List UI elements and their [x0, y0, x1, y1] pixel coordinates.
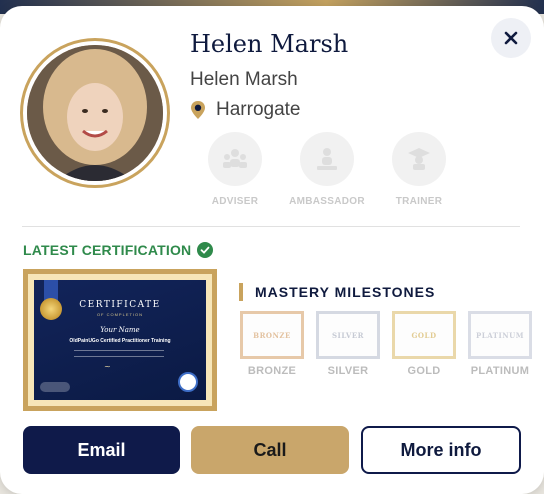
- milestone-gold: GOLD GOLD: [392, 311, 456, 377]
- verified-check-icon: [197, 242, 214, 258]
- milestone-label-silver: SILVER: [327, 365, 369, 377]
- certificate-logo: [40, 382, 70, 392]
- role-label-trainer: TRAINER: [395, 196, 443, 207]
- milestone-bronze: BRONZE BRONZE: [240, 311, 304, 377]
- milestone-list: BRONZE BRONZE SILVER SILVER GOLD GOLD PL…: [240, 311, 544, 377]
- bronze-certificate-icon: BRONZE: [240, 311, 304, 359]
- certificate-subtitle: OF COMPLETION: [96, 312, 144, 317]
- milestone-label-bronze: BRONZE: [247, 365, 297, 377]
- mastery-milestones-label: MASTERY MILESTONES: [255, 284, 436, 300]
- role-ambassador: AMBASSADOR: [282, 132, 372, 207]
- profile-name-subtitle: Helen Marsh: [190, 69, 298, 90]
- adviser-icon: [223, 149, 247, 168]
- avatar: [27, 45, 163, 181]
- avatar-frame: [20, 38, 170, 188]
- milestone-silver: SILVER SILVER: [316, 311, 380, 377]
- certificate-thumbnail[interactable]: CERTIFICATE OF COMPLETION Your Name OldP…: [23, 269, 217, 411]
- map-pin-icon: [191, 101, 205, 119]
- milestone-label-platinum: PLATINUM: [470, 365, 530, 377]
- avatar-photo: [27, 45, 163, 181]
- gold-certificate-icon: GOLD: [392, 311, 456, 359]
- latest-certification-label: LATEST CERTIFICATION: [23, 242, 192, 258]
- certificate-course: OldPainUGo Certified Practitioner Traini…: [69, 338, 171, 344]
- profile-name-heading: Helen Marsh: [190, 30, 349, 58]
- certificate-recipient: Your Name: [100, 326, 140, 334]
- certificate-signature: ~: [104, 362, 111, 371]
- section-divider: [22, 226, 520, 227]
- location-row: Harrogate: [190, 98, 301, 122]
- close-button[interactable]: [491, 18, 531, 58]
- role-label-adviser: ADVISER: [211, 196, 259, 207]
- heading-accent-bar: [239, 283, 243, 301]
- silver-certificate-icon: SILVER: [316, 311, 380, 359]
- certificate-title: CERTIFICATE: [79, 300, 161, 310]
- trainer-icon: [408, 148, 430, 170]
- profile-card: Helen Marsh Helen Marsh Harrogate ADVISE…: [0, 6, 544, 494]
- role-label-ambassador: AMBASSADOR: [289, 196, 365, 207]
- certificate-rule: [74, 350, 164, 351]
- call-button[interactable]: Call: [191, 426, 349, 474]
- role-badges: ADVISER AMBASSADOR TRAINER: [190, 132, 466, 207]
- more-info-button[interactable]: More info: [361, 426, 521, 474]
- accreditation-badge-icon: [178, 372, 198, 392]
- milestone-label-gold: GOLD: [407, 365, 441, 377]
- latest-certification-heading: LATEST CERTIFICATION: [23, 242, 214, 258]
- role-trainer: TRAINER: [374, 132, 464, 207]
- ambassador-icon: [317, 148, 337, 170]
- location-text: Harrogate: [216, 99, 301, 120]
- role-adviser: ADVISER: [190, 132, 280, 207]
- platinum-certificate-icon: PLATINUM: [468, 311, 532, 359]
- milestone-platinum: PLATINUM PLATINUM: [468, 311, 532, 377]
- certificate-rule: [74, 356, 164, 357]
- email-button[interactable]: Email: [23, 426, 180, 474]
- close-icon: [504, 31, 518, 45]
- mastery-milestones-heading: MASTERY MILESTONES: [239, 283, 435, 301]
